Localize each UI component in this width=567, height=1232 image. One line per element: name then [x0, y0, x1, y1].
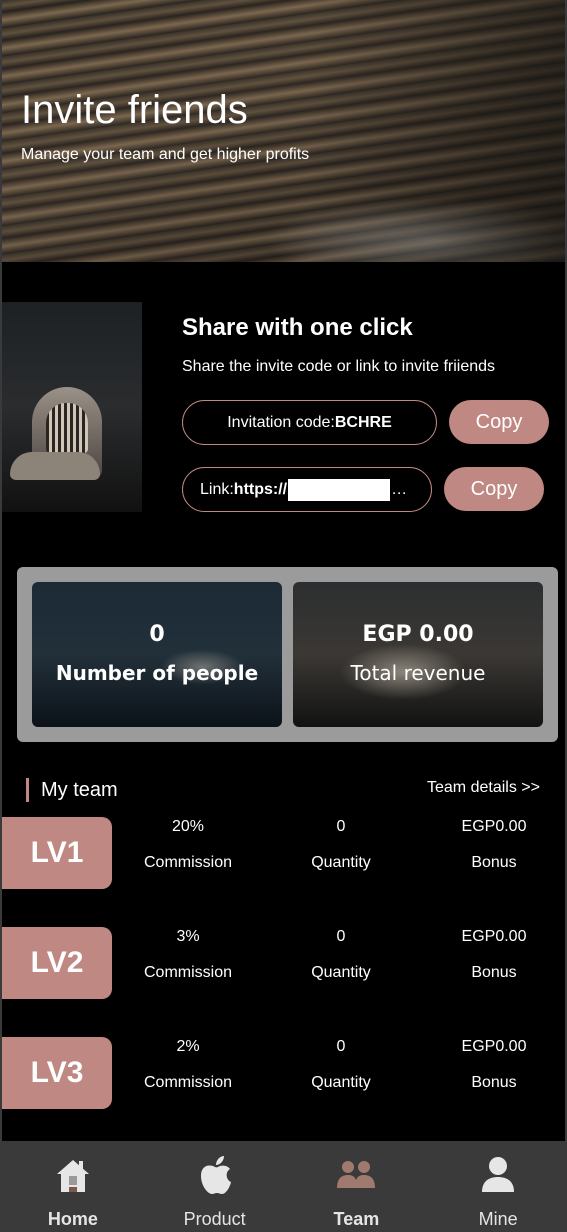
quantity-column: 0 Quantity — [281, 1037, 401, 1093]
quantity-label: Quantity — [311, 1074, 371, 1091]
invite-link-field: Link: https:// … — [182, 467, 432, 512]
commission-label: Commission — [143, 964, 232, 981]
nav-label-mine: Mine — [478, 1209, 518, 1229]
copy-link-button[interactable]: Copy — [444, 467, 544, 511]
hero-banner: Invite friends Manage your team and get … — [2, 0, 565, 262]
people-card: 0 Number of people — [32, 582, 282, 727]
nav-item-home[interactable]: Home — [2, 1141, 144, 1232]
nav-label-product: Product — [183, 1209, 246, 1229]
apple-icon — [194, 1155, 236, 1195]
commission-label: Commission — [143, 854, 232, 871]
commission-column: 3% Commission — [128, 927, 248, 983]
quantity-column: 0 Quantity — [281, 927, 401, 983]
invitation-code-label: Invitation code: — [227, 413, 335, 431]
level-row: LV1 20% Commission 0 Quantity EGP0.00 Bo… — [2, 817, 565, 891]
copy-code-button[interactable]: Copy — [449, 400, 549, 444]
team-icon — [335, 1155, 377, 1195]
stats-panel: 0 Number of people EGP 0.00 Total revenu… — [17, 567, 558, 742]
user-icon — [477, 1155, 519, 1195]
invitation-code-value: BCHRE — [334, 413, 392, 431]
home-icon — [52, 1155, 94, 1195]
car-illustration — [10, 452, 100, 480]
nav-label-home: Home — [47, 1209, 98, 1229]
bonus-value: EGP0.00 — [461, 928, 527, 945]
redacted-link-block — [288, 478, 391, 501]
nav-item-team[interactable]: Team — [286, 1141, 428, 1232]
invitation-code-field: Invitation code: BCHRE — [182, 400, 437, 445]
commission-value: 3% — [176, 928, 200, 945]
link-ellipsis: … — [391, 480, 408, 498]
level-badge: LV1 — [2, 817, 112, 889]
bonus-column: EGP0.00 Bonus — [434, 927, 554, 983]
commission-value: 20% — [171, 818, 205, 835]
revenue-card: EGP 0.00 Total revenue — [293, 582, 543, 727]
revenue-label: Total revenue — [350, 661, 486, 685]
bonus-value: EGP0.00 — [461, 1038, 527, 1055]
share-title: Share with one click — [182, 314, 413, 341]
page-subtitle: Manage your team and get higher profits — [21, 146, 310, 163]
bonus-label: Bonus — [471, 854, 517, 871]
level-badge: LV3 — [2, 1037, 112, 1109]
invite-link-label: Link: — [200, 480, 234, 498]
team-title-bar — [26, 778, 29, 802]
quantity-label: Quantity — [311, 854, 371, 871]
people-count: 0 — [149, 622, 165, 647]
people-label: Number of people — [55, 661, 259, 685]
commission-value: 2% — [176, 1038, 200, 1055]
bonus-label: Bonus — [471, 1074, 517, 1091]
revenue-amount: EGP 0.00 — [362, 622, 474, 647]
team-title: My team — [41, 778, 118, 801]
level-badge: LV2 — [2, 927, 112, 999]
quantity-column: 0 Quantity — [281, 817, 401, 873]
page-title: Invite friends — [21, 88, 248, 132]
bonus-column: EGP0.00 Bonus — [434, 817, 554, 873]
bonus-value: EGP0.00 — [461, 818, 527, 835]
commission-column: 20% Commission — [128, 817, 248, 873]
quantity-value: 0 — [336, 818, 346, 835]
quantity-value: 0 — [336, 1038, 346, 1055]
nav-item-mine[interactable]: Mine — [427, 1141, 565, 1232]
bonus-column: EGP0.00 Bonus — [434, 1037, 554, 1093]
commission-column: 2% Commission — [128, 1037, 248, 1093]
commission-label: Commission — [143, 1074, 232, 1091]
share-description: Share the invite code or link to invite … — [182, 358, 496, 375]
invite-link-value: https:// — [233, 480, 288, 498]
level-row: LV3 2% Commission 0 Quantity EGP0.00 Bon… — [2, 1037, 565, 1111]
quantity-value: 0 — [336, 928, 346, 945]
team-details-link[interactable]: Team details >> — [427, 779, 540, 797]
bonus-label: Bonus — [471, 964, 517, 981]
level-row: LV2 3% Commission 0 Quantity EGP0.00 Bon… — [2, 927, 565, 1001]
share-image — [2, 302, 142, 512]
quantity-label: Quantity — [311, 964, 371, 981]
app-frame: Invite friends Manage your team and get … — [0, 0, 567, 1232]
team-header: My team — [26, 778, 118, 802]
bottom-nav: Home Product Team Mine — [2, 1141, 565, 1232]
nav-item-product[interactable]: Product — [144, 1141, 286, 1232]
nav-label-team: Team — [333, 1209, 380, 1229]
